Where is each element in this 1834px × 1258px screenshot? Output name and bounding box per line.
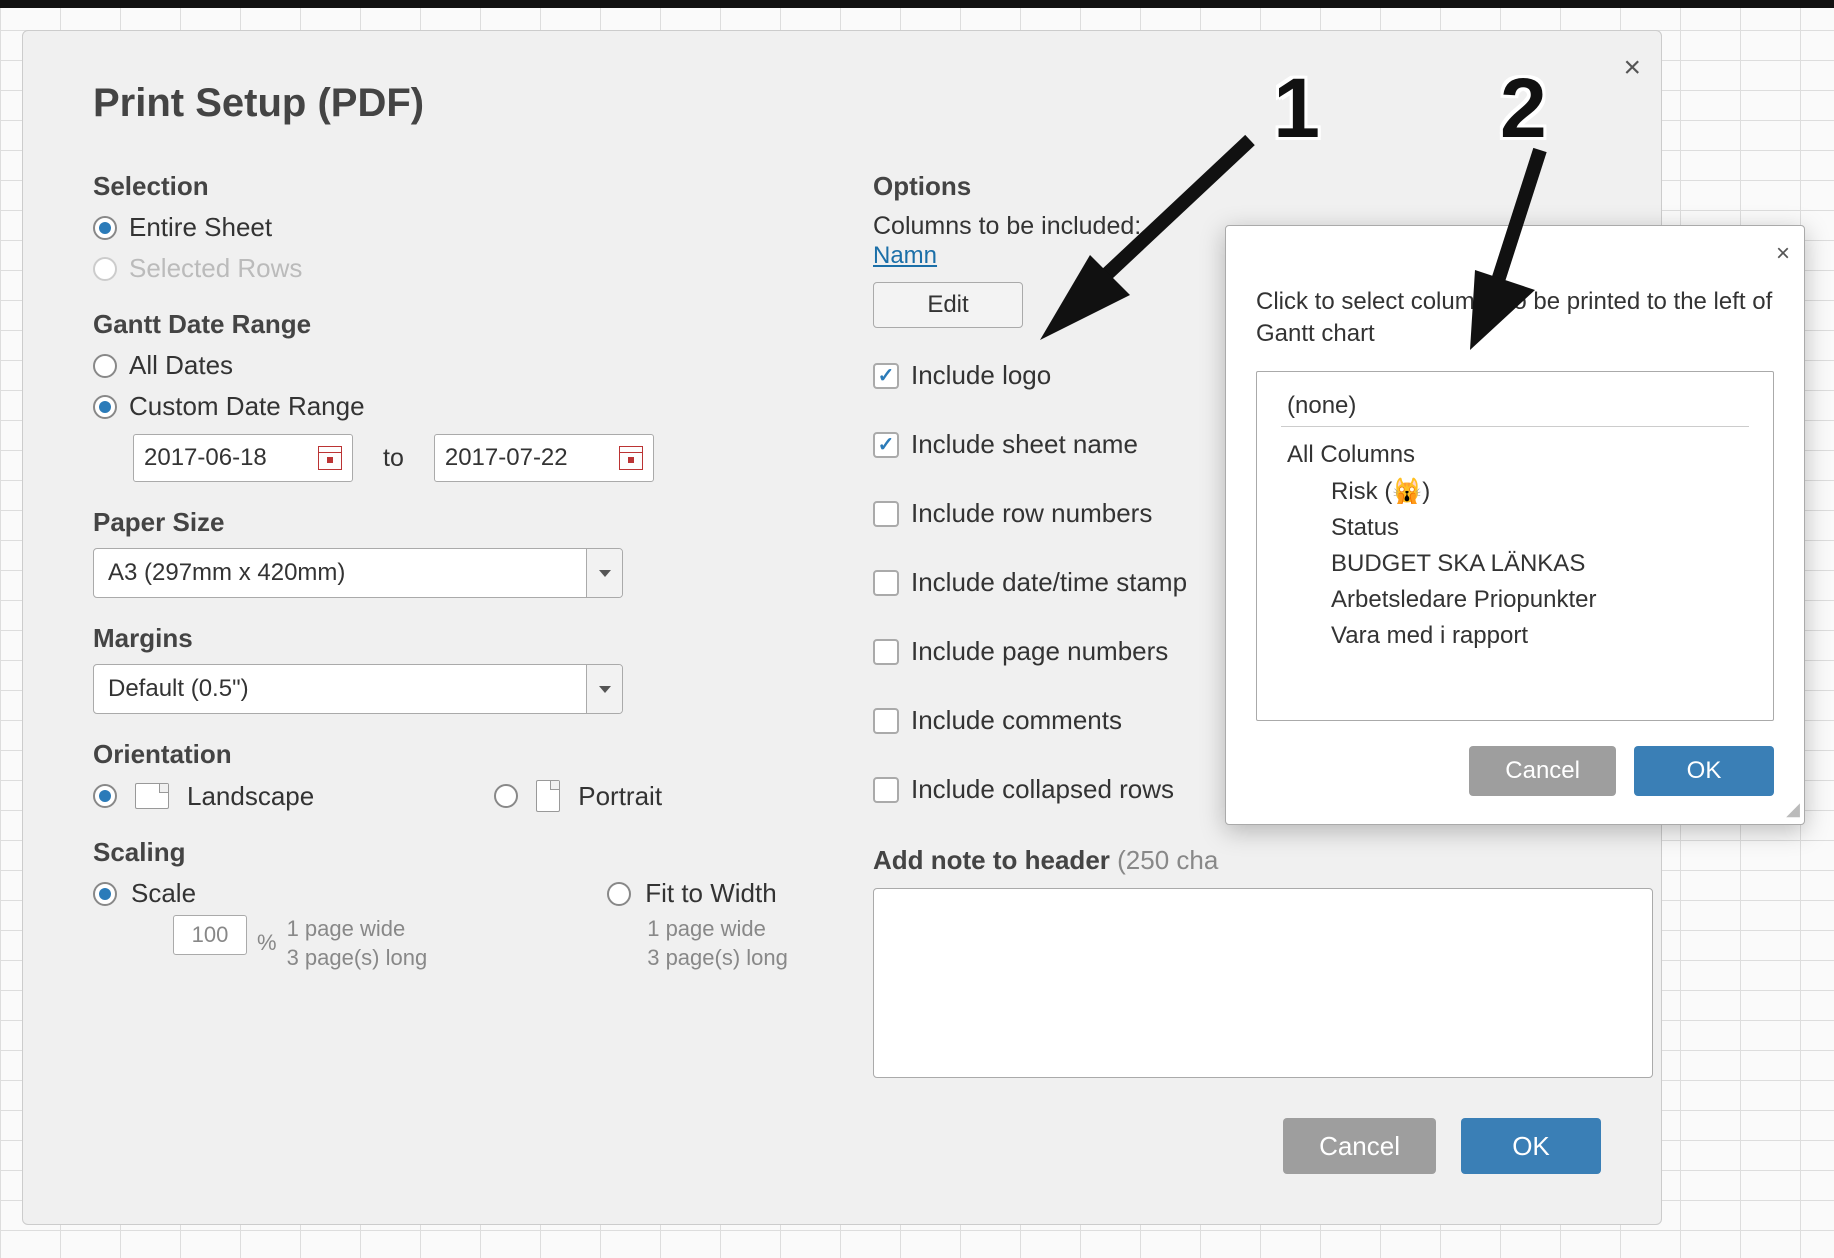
checkbox-icon bbox=[873, 432, 899, 458]
margins-value: Default (0.5") bbox=[108, 675, 249, 703]
radio-icon bbox=[93, 257, 117, 281]
paper-size-heading: Paper Size bbox=[93, 507, 813, 538]
checkbox-icon bbox=[873, 777, 899, 803]
selection-heading: Selection bbox=[93, 171, 813, 202]
gantt-range-heading: Gantt Date Range bbox=[93, 309, 813, 340]
radio-icon bbox=[607, 882, 631, 906]
columns-included-link[interactable]: Namn bbox=[873, 242, 937, 269]
orientation-label: Portrait bbox=[578, 781, 662, 812]
annotation-number: 1 bbox=[1273, 60, 1320, 157]
check-label: Include row numbers bbox=[911, 498, 1152, 529]
note-hint: (250 cha bbox=[1117, 845, 1218, 875]
annotation-1: 1 bbox=[1040, 60, 1320, 340]
radio-all-dates[interactable]: All Dates bbox=[93, 350, 813, 381]
radio-icon bbox=[93, 354, 117, 378]
close-icon[interactable]: × bbox=[1776, 240, 1790, 268]
scale-label: Scale bbox=[131, 878, 196, 909]
checkbox-icon bbox=[873, 708, 899, 734]
checkbox-icon bbox=[873, 363, 899, 389]
check-label: Include logo bbox=[911, 360, 1051, 391]
popup-ok-button[interactable]: OK bbox=[1634, 746, 1774, 796]
landscape-page-icon bbox=[135, 783, 169, 809]
radio-selected-rows: Selected Rows bbox=[93, 253, 813, 284]
radio-entire-sheet[interactable]: Entire Sheet bbox=[93, 212, 813, 243]
calendar-icon[interactable] bbox=[318, 446, 342, 470]
resize-handle-icon[interactable]: ◢ bbox=[1786, 799, 1800, 820]
note-textarea[interactable] bbox=[873, 888, 1653, 1078]
radio-icon bbox=[93, 784, 117, 808]
ok-button[interactable]: OK bbox=[1461, 1118, 1601, 1174]
radio-landscape[interactable]: Landscape bbox=[93, 781, 314, 812]
check-label: Include collapsed rows bbox=[911, 774, 1174, 805]
margins-select[interactable]: Default (0.5") bbox=[93, 664, 623, 714]
cancel-button[interactable]: Cancel bbox=[1283, 1118, 1436, 1174]
radio-custom-range[interactable]: Custom Date Range bbox=[93, 391, 813, 422]
scale-option: Scale 100 % 1 page wide 3 page(s) long bbox=[93, 878, 427, 972]
edit-columns-button[interactable]: Edit bbox=[873, 282, 1023, 328]
radio-label: Entire Sheet bbox=[129, 212, 272, 243]
date-from-input[interactable]: 2017-06-18 bbox=[133, 434, 353, 482]
scaling-heading: Scaling bbox=[93, 837, 813, 868]
radio-icon bbox=[93, 216, 117, 240]
checkbox-icon bbox=[873, 501, 899, 527]
dialog-title: Print Setup (PDF) bbox=[93, 81, 1601, 126]
radio-portrait[interactable]: Portrait bbox=[494, 780, 662, 812]
date-from-value: 2017-06-18 bbox=[144, 444, 267, 472]
orientation-label: Landscape bbox=[187, 781, 314, 812]
listbox-item[interactable]: Vara med i rapport bbox=[1281, 618, 1749, 654]
radio-label: Custom Date Range bbox=[129, 391, 365, 422]
listbox-item[interactable]: Status bbox=[1281, 510, 1749, 546]
paper-size-value: A3 (297mm x 420mm) bbox=[108, 559, 345, 587]
fit-label: Fit to Width bbox=[645, 878, 776, 909]
check-label: Include date/time stamp bbox=[911, 567, 1187, 598]
percent-symbol: % bbox=[257, 929, 277, 958]
date-range-row: 2017-06-18 to 2017-07-22 bbox=[133, 434, 813, 482]
orientation-heading: Orientation bbox=[93, 739, 813, 770]
radio-scale[interactable]: Scale bbox=[93, 878, 427, 909]
listbox-item[interactable]: BUDGET SKA LÄNKAS bbox=[1281, 546, 1749, 582]
listbox-item[interactable]: Arbetsledare Priopunkter bbox=[1281, 582, 1749, 618]
window-top-accent bbox=[0, 0, 1834, 8]
fit-sub2: 3 page(s) long bbox=[647, 944, 788, 973]
chevron-down-icon[interactable] bbox=[586, 549, 622, 597]
columns-listbox[interactable]: (none) All Columns Risk (🙀) Status BUDGE… bbox=[1256, 371, 1774, 721]
paper-size-select[interactable]: A3 (297mm x 420mm) bbox=[93, 548, 623, 598]
scale-percent-input[interactable]: 100 bbox=[173, 915, 247, 955]
portrait-page-icon bbox=[536, 780, 560, 812]
note-heading-text: Add note to header bbox=[873, 845, 1110, 875]
fit-option: Fit to Width 1 page wide 3 page(s) long bbox=[607, 878, 788, 972]
scale-sub1: 1 page wide bbox=[287, 915, 428, 944]
date-to-value: 2017-07-22 bbox=[445, 444, 568, 472]
radio-icon bbox=[93, 882, 117, 906]
checkbox-icon bbox=[873, 639, 899, 665]
calendar-icon[interactable] bbox=[619, 446, 643, 470]
radio-fit-to-width[interactable]: Fit to Width bbox=[607, 878, 788, 909]
radio-label: All Dates bbox=[129, 350, 233, 381]
scale-sub2: 3 page(s) long bbox=[287, 944, 428, 973]
annotation-2: 2 bbox=[1440, 60, 1640, 340]
listbox-item[interactable]: Risk (🙀) bbox=[1281, 473, 1749, 510]
listbox-all-columns[interactable]: All Columns bbox=[1281, 437, 1749, 473]
popup-cancel-button[interactable]: Cancel bbox=[1469, 746, 1616, 796]
arrow-icon bbox=[1020, 80, 1280, 340]
check-label: Include page numbers bbox=[911, 636, 1168, 667]
radio-icon bbox=[494, 784, 518, 808]
date-to-input[interactable]: 2017-07-22 bbox=[434, 434, 654, 482]
arrow-icon bbox=[1440, 140, 1640, 420]
check-label: Include comments bbox=[911, 705, 1122, 736]
note-heading: Add note to header (250 cha bbox=[873, 845, 1653, 876]
fit-sub1: 1 page wide bbox=[647, 915, 788, 944]
chevron-down-icon[interactable] bbox=[586, 665, 622, 713]
margins-heading: Margins bbox=[93, 623, 813, 654]
left-column: Selection Entire Sheet Selected Rows Gan… bbox=[93, 171, 813, 1078]
radio-icon bbox=[93, 395, 117, 419]
radio-label: Selected Rows bbox=[129, 253, 302, 284]
check-label: Include sheet name bbox=[911, 429, 1138, 460]
to-label: to bbox=[383, 444, 404, 473]
checkbox-icon bbox=[873, 570, 899, 596]
